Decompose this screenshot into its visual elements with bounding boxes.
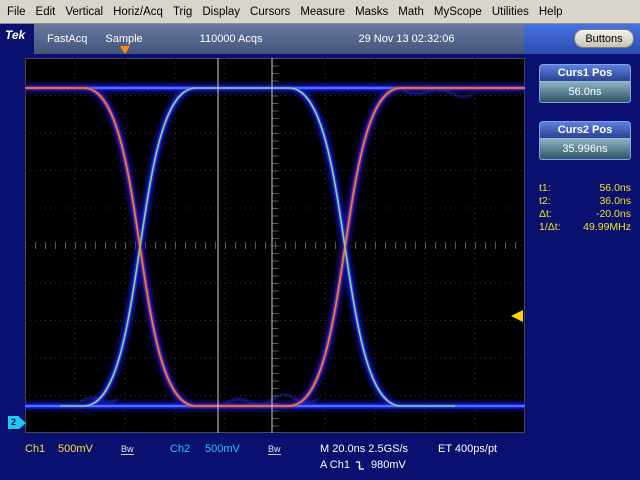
- trigger-source: A Ch1: [320, 459, 350, 471]
- ch2-bw-limit-badge: Bw: [268, 444, 281, 455]
- ch1-scale: 500mV: [58, 443, 93, 455]
- ch2-scale: 500mV: [205, 443, 240, 455]
- menu-help[interactable]: Help: [534, 4, 568, 20]
- trigger-position-icon[interactable]: [120, 46, 130, 54]
- menu-trig[interactable]: Trig: [168, 4, 197, 20]
- timebase-readout: M 20.0ns 2.5GS/s: [320, 443, 409, 455]
- fastacq-button[interactable]: FastAcq: [42, 32, 92, 46]
- readout-t2: t2: 36.0ns: [539, 195, 631, 207]
- sample-mode-button[interactable]: Sample: [100, 32, 147, 46]
- readout-delta-t: Δt: -20.0ns: [539, 208, 631, 220]
- cursor-readout: t1: 56.0ns t2: 36.0ns Δt: -20.0ns 1/Δt: 49.9…: [530, 182, 640, 234]
- eye-diagram: [25, 58, 525, 433]
- ch1-badge[interactable]: Ch1: [25, 443, 45, 455]
- ch2-badge[interactable]: Ch2: [170, 443, 190, 455]
- trigger-slope-icon: [355, 460, 364, 470]
- status-right-area: Buttons: [524, 24, 640, 54]
- tek-logo: Tek: [5, 28, 26, 42]
- ch2-marker-label: 2: [8, 416, 20, 429]
- graticule: [25, 58, 525, 433]
- readout-t1: t1: 56.0ns: [539, 182, 631, 194]
- trigger-level: 980mV: [370, 459, 406, 471]
- menu-edit[interactable]: Edit: [31, 4, 61, 20]
- menu-bar: File Edit Vertical Horiz/Acq Trig Displa…: [0, 0, 640, 24]
- et-readout: ET 400ps/pt: [438, 443, 498, 455]
- oscilloscope-screen: File Edit Vertical Horiz/Acq Trig Displa…: [0, 0, 640, 480]
- ch2-position-marker[interactable]: 2: [8, 416, 27, 429]
- menu-myscope[interactable]: MyScope: [429, 4, 487, 20]
- waveform-display: [25, 58, 525, 433]
- curs1-pos-control[interactable]: Curs1 Pos 56.0ns: [539, 64, 631, 103]
- menu-masks[interactable]: Masks: [350, 4, 393, 20]
- curs1-pos-title: Curs1 Pos: [539, 64, 631, 81]
- acquisition-count: 110000 Acqs: [199, 33, 263, 45]
- readout-inverse-delta-t: 1/Δt: 49.99MHz: [539, 221, 631, 233]
- menu-math[interactable]: Math: [393, 4, 429, 20]
- curs2-pos-control[interactable]: Curs2 Pos 35.996ns: [539, 121, 631, 160]
- curs1-pos-value[interactable]: 56.0ns: [539, 81, 631, 103]
- menu-utilities[interactable]: Utilities: [487, 4, 534, 20]
- curs2-pos-title: Curs2 Pos: [539, 121, 631, 138]
- menu-measure[interactable]: Measure: [295, 4, 350, 20]
- menu-vertical[interactable]: Vertical: [60, 4, 108, 20]
- datetime: 29 Nov 13 02:32:06: [358, 33, 455, 45]
- ch1-bw-limit-badge: Bw: [121, 444, 134, 455]
- ch2-marker-arrow-icon: [19, 416, 27, 429]
- curs2-pos-value[interactable]: 35.996ns: [539, 138, 631, 160]
- status-strip: FastAcq Sample 110000 Acqs 29 Nov 13 02:…: [34, 24, 524, 54]
- readout-bar: Ch1 500mV Bw Ch2 500mV Bw M 20.0ns 2.5GS…: [0, 437, 640, 480]
- control-panel: Curs1 Pos 56.0ns Curs2 Pos 35.996ns t1: 5…: [530, 58, 640, 433]
- menu-cursors[interactable]: Cursors: [245, 4, 295, 20]
- menu-display[interactable]: Display: [197, 4, 245, 20]
- trigger-readout: A Ch1 980mV: [320, 459, 406, 471]
- menu-file[interactable]: File: [2, 4, 31, 20]
- status-bar: Tek FastAcq Sample 110000 Acqs 29 Nov 13…: [0, 24, 640, 54]
- buttons-button[interactable]: Buttons: [574, 29, 634, 48]
- menu-horiz-acq[interactable]: Horiz/Acq: [108, 4, 168, 20]
